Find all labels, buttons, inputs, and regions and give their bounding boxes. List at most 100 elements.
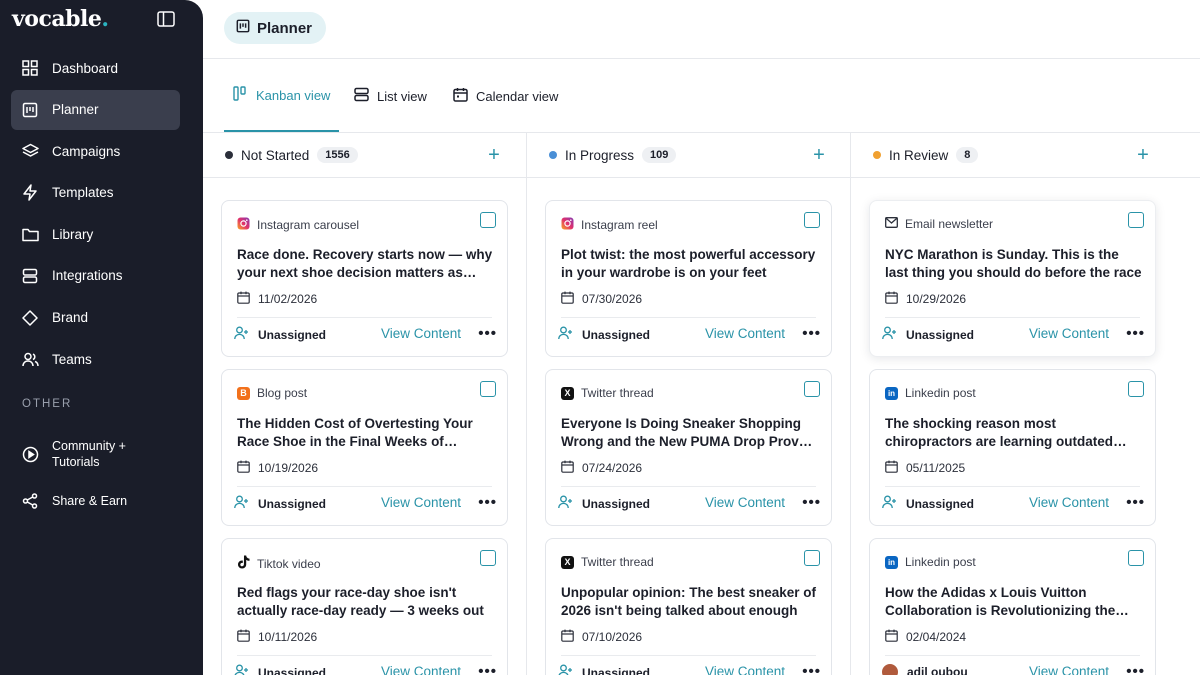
sidebar-toggle-icon[interactable] [157, 11, 175, 27]
assignee-name: Unassigned [906, 496, 975, 511]
content-card[interactable]: B Blog post The Hidden Cost of Overtesti… [221, 369, 508, 526]
assignee-picker[interactable]: Unassigned [234, 664, 326, 675]
content-card[interactable]: Tiktok video Red flags your race-day sho… [221, 538, 508, 675]
more-options-button[interactable]: ••• [802, 325, 821, 342]
card-checkbox[interactable] [1128, 550, 1144, 566]
more-options-button[interactable]: ••• [802, 494, 821, 511]
content-type: Instagram reel [561, 217, 658, 233]
card-checkbox[interactable] [1128, 212, 1144, 228]
calendar-icon [237, 291, 250, 307]
assignee-picker[interactable]: Unassigned [234, 495, 326, 512]
assignee-name: Unassigned [258, 665, 327, 675]
tiktok-icon [237, 555, 250, 572]
view-content-link[interactable]: View Content [1029, 326, 1109, 341]
column-title: In Review [889, 147, 949, 163]
card-title: The Hidden Cost of Overtesting Your Race… [237, 416, 473, 449]
card-checkbox[interactable] [480, 550, 496, 566]
assignee-picker[interactable]: Unassigned [558, 495, 650, 512]
share-icon [21, 492, 39, 510]
content-type: Tiktok video [237, 555, 321, 572]
more-options-button[interactable]: ••• [478, 325, 497, 342]
card-divider [237, 486, 492, 487]
card-divider [561, 317, 816, 318]
calendar-icon [453, 87, 468, 105]
sidebar-item-planner[interactable]: Planner [11, 89, 180, 130]
content-card[interactable]: X Twitter thread Unpopular opinion: The … [545, 538, 832, 675]
content-card[interactable]: X Twitter thread Everyone Is Doing Sneak… [545, 369, 832, 526]
sidebar-item-label: Teams [52, 351, 92, 367]
card-date: 10/29/2026 [885, 291, 966, 307]
card-divider [237, 317, 492, 318]
card-checkbox[interactable] [804, 381, 820, 397]
status-dot [549, 151, 557, 159]
content-card[interactable]: in Linkedin post The shocking reason mos… [869, 369, 1156, 526]
main-content: Planner Kanban view List view Calendar v… [203, 0, 1200, 675]
view-content-link[interactable]: View Content [705, 664, 785, 675]
sidebar-item-community-tutorials[interactable]: Community + Tutorials [11, 434, 180, 474]
content-card[interactable]: Instagram reel Plot twist: the most powe… [545, 200, 832, 357]
more-options-button[interactable]: ••• [802, 663, 821, 675]
more-options-button[interactable]: ••• [1126, 325, 1145, 342]
assignee-picker[interactable]: Unassigned [882, 326, 974, 343]
calendar-icon [237, 629, 250, 645]
card-date: 10/19/2026 [237, 460, 318, 476]
more-options-button[interactable]: ••• [1126, 494, 1145, 511]
view-content-link[interactable]: View Content [705, 495, 785, 510]
more-options-button[interactable]: ••• [478, 663, 497, 675]
view-content-link[interactable]: View Content [381, 495, 461, 510]
more-options-button[interactable]: ••• [478, 494, 497, 511]
sidebar-item-label: Share & Earn [52, 494, 128, 508]
card-date-text: 07/10/2026 [582, 630, 643, 644]
tab-kanban-view[interactable]: Kanban view [224, 60, 339, 132]
add-card-button[interactable]: + [484, 145, 504, 165]
content-type: in Linkedin post [885, 386, 976, 400]
app-logo[interactable]: vocable. [12, 6, 109, 32]
card-title: Everyone Is Doing Sneaker Shopping Wrong… [561, 416, 814, 449]
sidebar-item-label: Brand [52, 310, 89, 326]
view-content-link[interactable]: View Content [381, 326, 461, 341]
calendar-icon [885, 460, 898, 476]
add-card-button[interactable]: + [1133, 145, 1153, 165]
assignee-picker[interactable]: Unassigned [558, 664, 650, 675]
card-checkbox[interactable] [1128, 381, 1144, 397]
assignee-picker[interactable]: adil oubou [882, 664, 968, 675]
card-title: Plot twist: the most powerful accessory … [561, 247, 816, 280]
card-divider [885, 655, 1140, 656]
add-card-button[interactable]: + [809, 145, 829, 165]
column-header: Not Started 1556 + [203, 133, 526, 178]
assignee-picker[interactable]: Unassigned [558, 326, 650, 343]
view-content-link[interactable]: View Content [381, 664, 461, 675]
tab-list-view[interactable]: List view [354, 60, 427, 132]
sidebar-item-templates[interactable]: Templates [11, 173, 180, 213]
content-type: B Blog post [237, 386, 307, 400]
sidebar-other-nav: Community + Tutorials Share & Earn [11, 434, 180, 528]
view-content-link[interactable]: View Content [705, 326, 785, 341]
users-icon [21, 350, 39, 368]
sidebar-item-integrations[interactable]: Integrations [11, 256, 180, 296]
assignee-picker[interactable]: Unassigned [234, 326, 326, 343]
content-card[interactable]: Email newsletter NYC Marathon is Sunday.… [869, 200, 1156, 357]
content-card[interactable]: in Linkedin post How the Adidas x Louis … [869, 538, 1156, 675]
view-content-link[interactable]: View Content [1029, 664, 1109, 675]
sidebar-item-brand[interactable]: Brand [11, 298, 180, 338]
card-title: NYC Marathon is Sunday. This is the last… [885, 247, 1142, 280]
sidebar-item-library[interactable]: Library [11, 214, 180, 254]
card-checkbox[interactable] [480, 381, 496, 397]
list-icon [354, 87, 369, 105]
view-content-link[interactable]: View Content [1029, 495, 1109, 510]
sidebar-item-dashboard[interactable]: Dashboard [11, 48, 180, 88]
assignee-name: Unassigned [906, 327, 975, 342]
content-type: Instagram carousel [237, 217, 359, 233]
card-checkbox[interactable] [804, 550, 820, 566]
card-checkbox[interactable] [804, 212, 820, 228]
more-options-button[interactable]: ••• [1126, 663, 1145, 675]
sidebar-item-teams[interactable]: Teams [11, 339, 180, 379]
assignee-name: Unassigned [582, 665, 651, 675]
content-card[interactable]: Instagram carousel Race done. Recovery s… [221, 200, 508, 357]
assignee-picker[interactable]: Unassigned [882, 495, 974, 512]
sidebar-item-campaigns[interactable]: Campaigns [11, 131, 180, 171]
sidebar-item-share-earn[interactable]: Share & Earn [11, 488, 180, 514]
card-checkbox[interactable] [480, 212, 496, 228]
tab-calendar-view[interactable]: Calendar view [453, 60, 558, 132]
assignee-name: adil oubou [907, 665, 968, 675]
